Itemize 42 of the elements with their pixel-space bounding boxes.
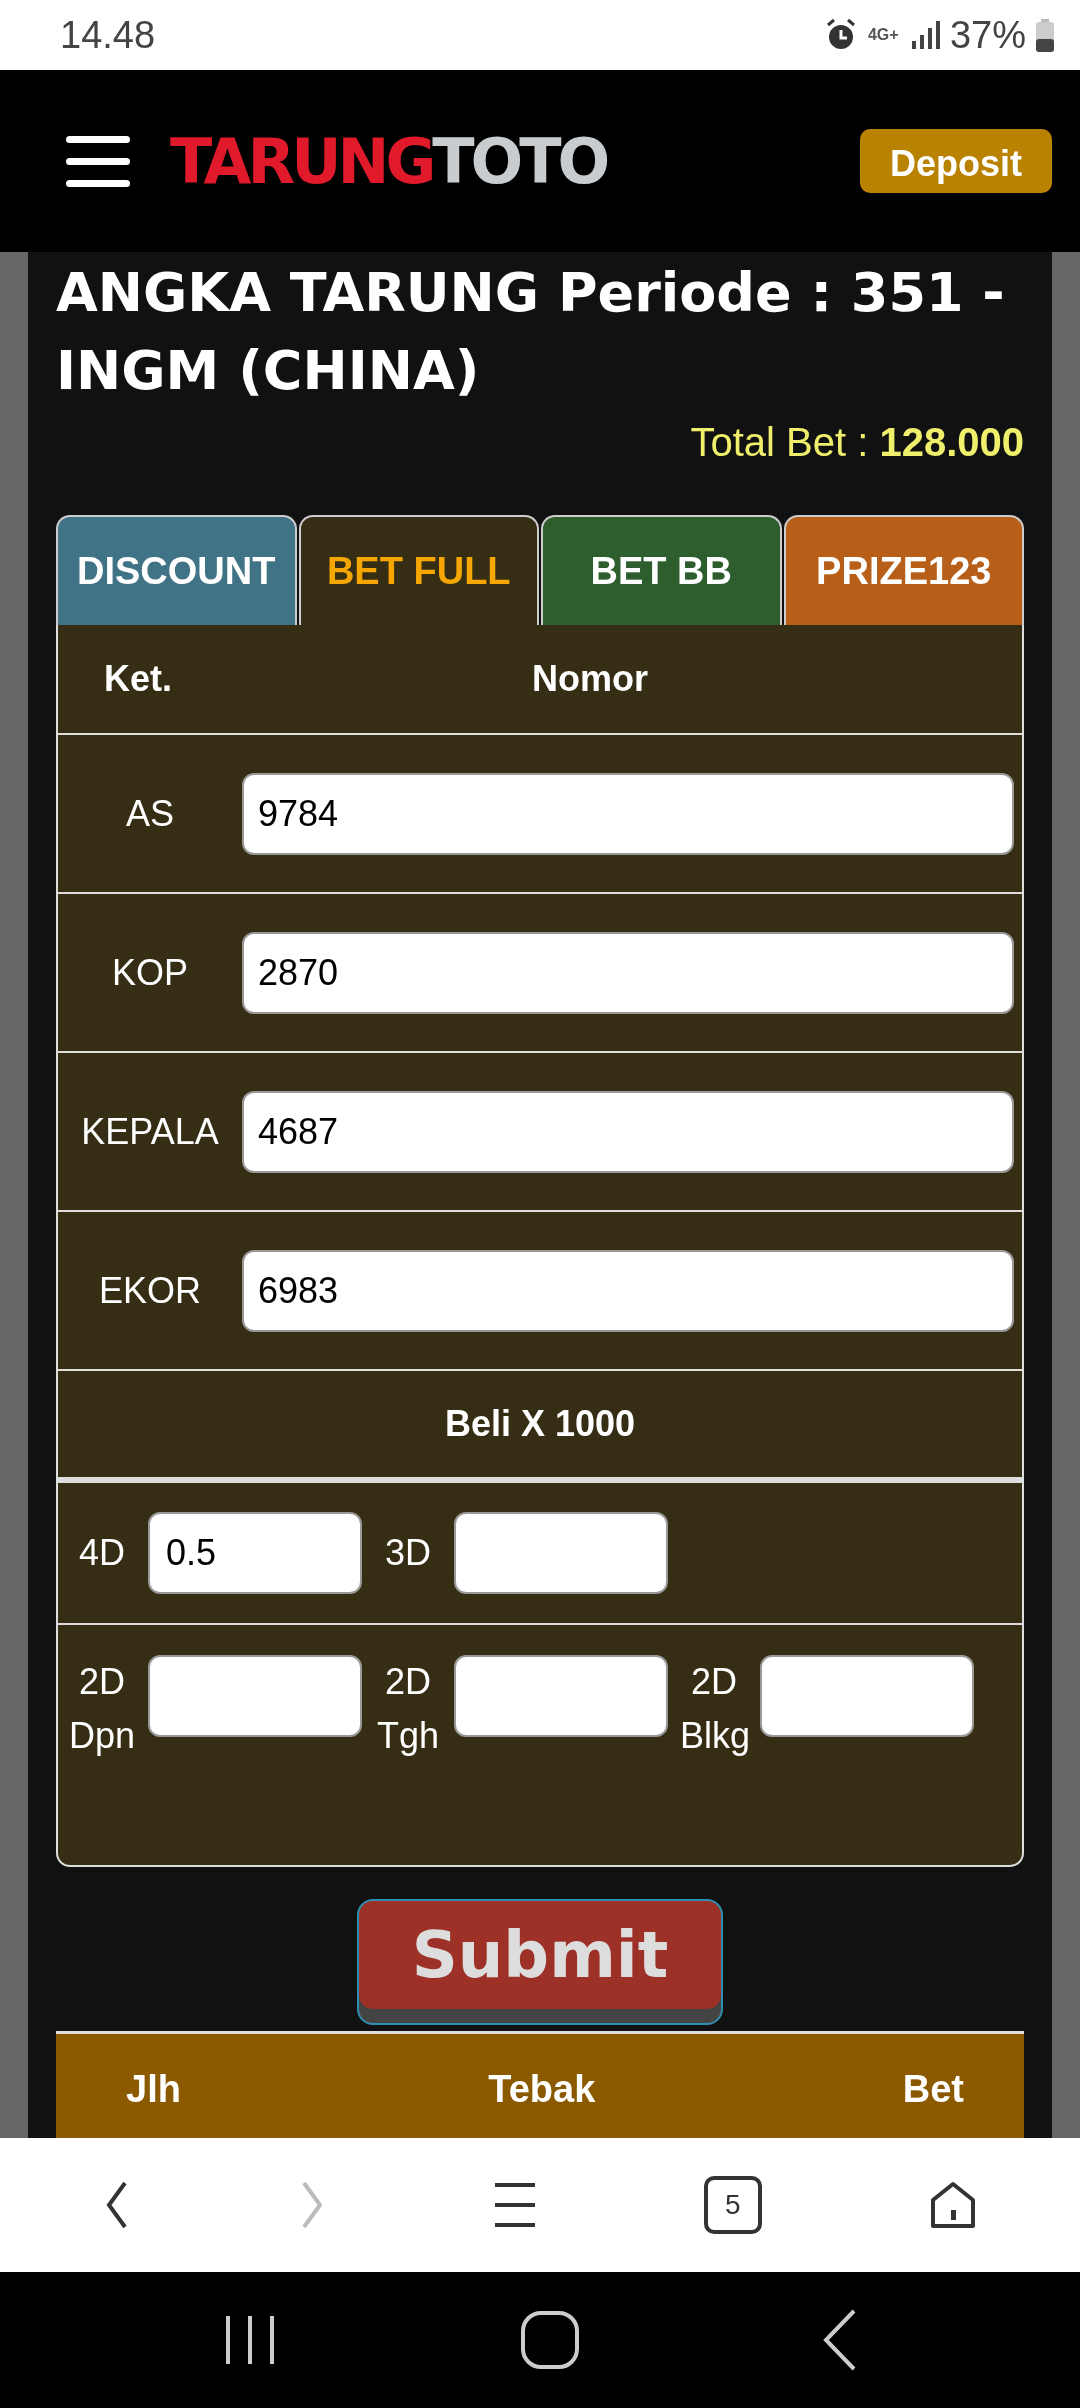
amount-label: 4D — [78, 1531, 126, 1575]
tab[interactable]: BET BB — [541, 515, 782, 625]
page-title: ANGKA TARUNG Periode : 351 - INGM (CHINA) — [56, 260, 1006, 404]
row-label: AS — [125, 792, 175, 835]
tab[interactable]: DISCOUNT — [56, 515, 297, 625]
home-icon[interactable] — [519, 2309, 581, 2371]
row-label: EKOR — [98, 1269, 202, 1312]
number-field[interactable]: 9784 — [242, 772, 1014, 855]
amount-label: 2D Blkg — [680, 1660, 748, 1758]
amount-label: 2D Tgh — [375, 1660, 440, 1758]
amount-field[interactable]: 0.5 — [148, 1512, 362, 1594]
amount-field[interactable] — [148, 1655, 362, 1737]
amount-field[interactable] — [454, 1655, 668, 1737]
clock-time: 14.48 — [60, 13, 156, 57]
multiplier-label: Beli X 1000 — [444, 1403, 636, 1445]
tab[interactable]: BET FULL — [298, 515, 539, 625]
home-icon[interactable] — [928, 2180, 977, 2230]
row-label: KOP — [111, 951, 189, 994]
amount-label: 2D Dpn — [68, 1660, 136, 1758]
menu-icon[interactable] — [66, 135, 130, 187]
amount-field[interactable] — [454, 1512, 668, 1594]
network-type: 4G+ — [867, 27, 900, 43]
tab[interactable]: PRIZE123 — [783, 515, 1024, 625]
total-bet: Total Bet : 128.000 — [689, 420, 1024, 465]
battery-percent: 37% — [949, 13, 1026, 57]
amount-label: 3D — [384, 1531, 432, 1575]
logo[interactable]: TARUNGTOTO — [170, 124, 607, 198]
column-header: Nomor — [531, 658, 649, 700]
column-header: Ket. — [103, 658, 173, 700]
menu-icon[interactable] — [493, 2181, 537, 2229]
battery-icon — [1036, 18, 1054, 52]
submit-button[interactable]: Submit — [357, 1899, 723, 2025]
tabs-button[interactable]: 5 — [703, 2176, 762, 2234]
row-label: KEPALA — [80, 1110, 220, 1153]
column-header: Bet — [902, 2067, 964, 2111]
amount-field[interactable] — [760, 1655, 974, 1737]
number-field[interactable]: 6983 — [242, 1249, 1014, 1332]
number-field[interactable]: 4687 — [242, 1090, 1014, 1173]
signal-icon — [909, 21, 940, 49]
column-header: Tebak — [488, 2067, 596, 2111]
column-header: Jlh — [126, 2067, 181, 2111]
number-field[interactable]: 2870 — [242, 931, 1014, 1014]
